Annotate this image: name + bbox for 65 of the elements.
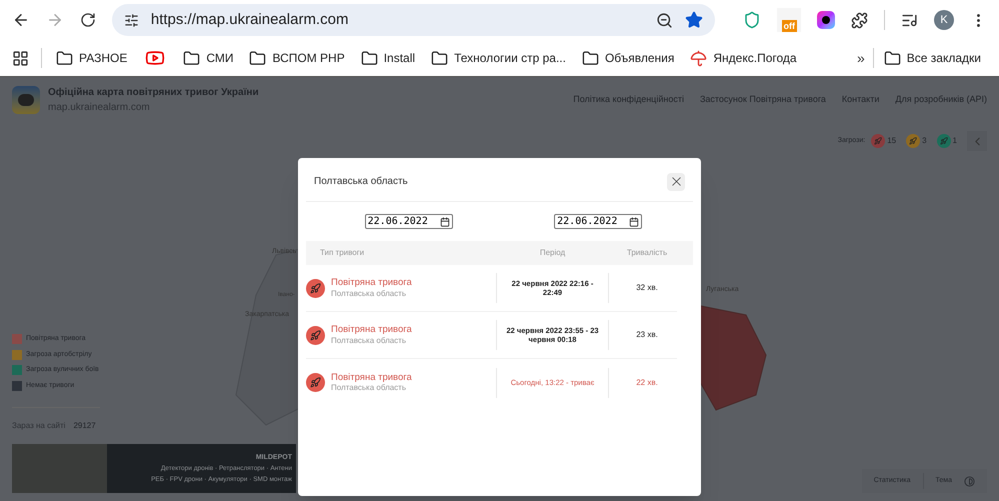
rocket-icon bbox=[310, 330, 321, 340]
reload-icon[interactable] bbox=[80, 12, 96, 28]
bookmark-link[interactable]: Яндекс.Погода bbox=[684, 44, 803, 72]
bookmark-folder[interactable]: РАЗНОЕ bbox=[50, 44, 134, 72]
rocket-icon bbox=[310, 377, 321, 388]
calendar-icon bbox=[440, 216, 450, 226]
alert-duration: 23 хв. bbox=[635, 329, 659, 341]
column-header: Період bbox=[538, 247, 566, 259]
close-button[interactable] bbox=[667, 172, 685, 190]
shield-extension-icon[interactable] bbox=[743, 11, 762, 29]
alert-duration: 22 хв. bbox=[635, 376, 659, 388]
online-count: 29127 bbox=[73, 420, 96, 432]
apps-icon[interactable] bbox=[12, 50, 29, 66]
badge-text: off bbox=[782, 20, 798, 32]
date-text: 22.06.2022 bbox=[557, 216, 618, 226]
alert-region: Полтавська область bbox=[331, 383, 408, 394]
camera-extension-icon[interactable] bbox=[817, 11, 836, 29]
threat-count: 15 bbox=[887, 135, 896, 147]
threat-badge[interactable] bbox=[936, 134, 951, 148]
calendar-icon bbox=[629, 216, 640, 226]
alert-region: Полтавська область bbox=[331, 288, 408, 299]
all-bookmarks-folder[interactable]: Все закладки bbox=[878, 49, 987, 67]
date-text: 22.06.2022 bbox=[368, 216, 428, 226]
date-field[interactable]: 22.06.2022 bbox=[364, 214, 453, 229]
site-title: Офіційна карта повітряних тривог України bbox=[48, 86, 259, 100]
bookmark-star-icon[interactable] bbox=[685, 11, 704, 29]
rocket-icon bbox=[909, 137, 918, 145]
rocket-icon bbox=[940, 137, 948, 145]
alert-region: Полтавська область bbox=[331, 336, 408, 346]
zoom-icon[interactable] bbox=[656, 12, 674, 28]
rocket-icon bbox=[310, 282, 321, 294]
bookmark-folder[interactable]: СМИ bbox=[177, 44, 240, 72]
more-bookmarks[interactable]: » bbox=[853, 48, 869, 68]
folder-icon bbox=[249, 50, 266, 66]
threat-badge[interactable] bbox=[906, 134, 920, 148]
bookmark-folder[interactable]: Объявления bbox=[576, 44, 680, 72]
threat-badge[interactable] bbox=[871, 134, 886, 148]
alert-title: Повітряна тривога bbox=[331, 372, 412, 384]
alert-title: Повітряна тривога bbox=[331, 277, 412, 289]
folder-icon bbox=[183, 50, 200, 66]
date-field[interactable]: 22.06.2022 bbox=[554, 214, 642, 229]
folder-icon bbox=[582, 50, 599, 66]
logo-icon bbox=[12, 86, 40, 114]
address-bar[interactable]: https://map.ukrainealarm.com bbox=[112, 4, 716, 36]
profile-avatar[interactable]: K bbox=[934, 10, 954, 30]
threat-count: 1 bbox=[952, 135, 957, 147]
extensions-icon[interactable] bbox=[851, 12, 868, 28]
folder-icon bbox=[431, 50, 448, 66]
rocket-icon bbox=[874, 137, 882, 145]
threat-count: 3 bbox=[922, 135, 927, 147]
modal-title: Полтавська область bbox=[314, 175, 408, 189]
site-settings-icon[interactable] bbox=[124, 12, 139, 28]
umbrella-icon bbox=[690, 50, 708, 66]
alert-duration: 32 хв. bbox=[635, 282, 659, 294]
bookmark-folder[interactable]: Технологии стр ра... bbox=[425, 44, 572, 72]
column-header: Тривалість bbox=[626, 247, 668, 259]
folder-icon bbox=[884, 50, 901, 66]
bookmark-folder[interactable]: Install bbox=[354, 44, 422, 72]
bookmark-folder[interactable]: ВСПОМ PHP bbox=[243, 44, 351, 72]
url-text: https://map.ukrainealarm.com bbox=[150, 10, 350, 30]
back-icon[interactable] bbox=[12, 11, 30, 29]
alert-title: Повітряна тривога bbox=[331, 324, 412, 336]
folder-icon bbox=[56, 50, 73, 66]
column-header: Тип тривоги bbox=[319, 247, 366, 259]
folder-icon bbox=[360, 50, 378, 66]
